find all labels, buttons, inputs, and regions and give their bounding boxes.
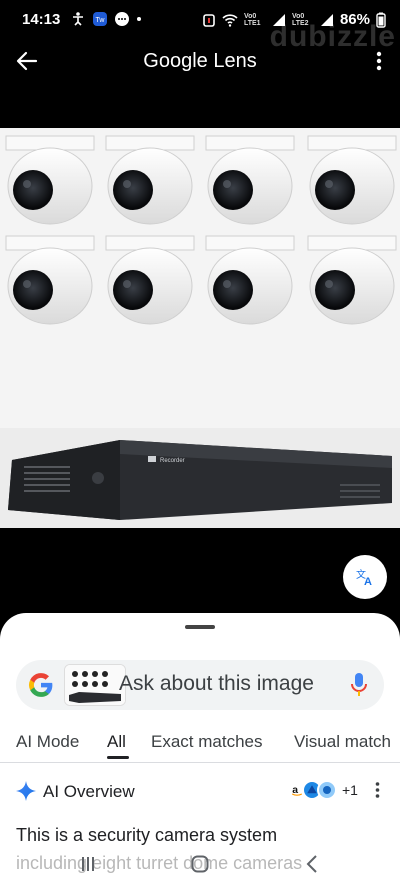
notification-icons: Tw	[70, 11, 142, 27]
svg-text:Tw: Tw	[96, 17, 106, 24]
ai-overview-more-icon[interactable]	[375, 781, 380, 799]
more-vert-icon[interactable]	[376, 50, 382, 72]
dome-cameras-illustration	[0, 128, 400, 458]
thumbnail-icon	[65, 665, 125, 705]
dot-icon	[137, 17, 141, 21]
recorder-label: Recorder	[160, 458, 185, 464]
app-notification-icon: Tw	[93, 12, 107, 26]
translate-button[interactable]: 文A	[343, 555, 387, 599]
carrier-1: Vo0 LTE1	[243, 12, 261, 27]
source-count: +1	[342, 782, 358, 798]
ai-overview-header[interactable]: AI Overview a +1	[0, 778, 400, 806]
google-logo-icon	[29, 673, 53, 697]
app-bar: Google Lens	[0, 40, 400, 84]
sparkle-icon	[16, 781, 36, 801]
status-time: 14:13	[22, 11, 61, 28]
search-input-placeholder[interactable]: Ask about this image	[119, 672, 314, 696]
source-favicons[interactable]: a +1	[287, 780, 358, 800]
tab-exact-matches[interactable]: Exact matches	[151, 732, 263, 752]
tabs-divider	[0, 762, 400, 763]
tab-all[interactable]: All	[107, 732, 126, 752]
active-tab-indicator	[107, 756, 129, 759]
source-favicon-3	[317, 780, 337, 800]
mic-icon[interactable]	[350, 672, 368, 698]
svg-text:A: A	[364, 576, 372, 587]
wifi-icon	[222, 13, 238, 27]
result-tabs: AI Mode All Exact matches Visual match	[0, 728, 400, 762]
nav-back-icon[interactable]	[305, 855, 319, 873]
ai-overview-title: AI Overview	[43, 782, 135, 801]
accessibility-icon	[73, 12, 83, 26]
lens-image[interactable]: Recorder	[0, 128, 400, 528]
alarm-icon	[203, 13, 215, 27]
query-image-thumbnail[interactable]	[64, 664, 126, 706]
app-title: Google Lens	[143, 50, 257, 72]
recents-icon[interactable]	[80, 856, 96, 872]
translate-icon: 文A	[356, 568, 372, 587]
tab-ai-mode[interactable]: AI Mode	[16, 732, 79, 752]
status-bar: 14:13 Tw Vo0 LTE1 Vo0 LTE2 86% dubizzle	[0, 0, 400, 53]
drag-handle[interactable]	[185, 625, 215, 629]
search-bar[interactable]: Ask about this image	[16, 660, 384, 710]
home-icon[interactable]	[191, 855, 209, 873]
recorder-illustration: Recorder	[0, 428, 400, 528]
message-icon	[115, 12, 129, 26]
system-nav-bar	[0, 840, 400, 888]
tab-visual-matches[interactable]: Visual match	[294, 732, 391, 752]
